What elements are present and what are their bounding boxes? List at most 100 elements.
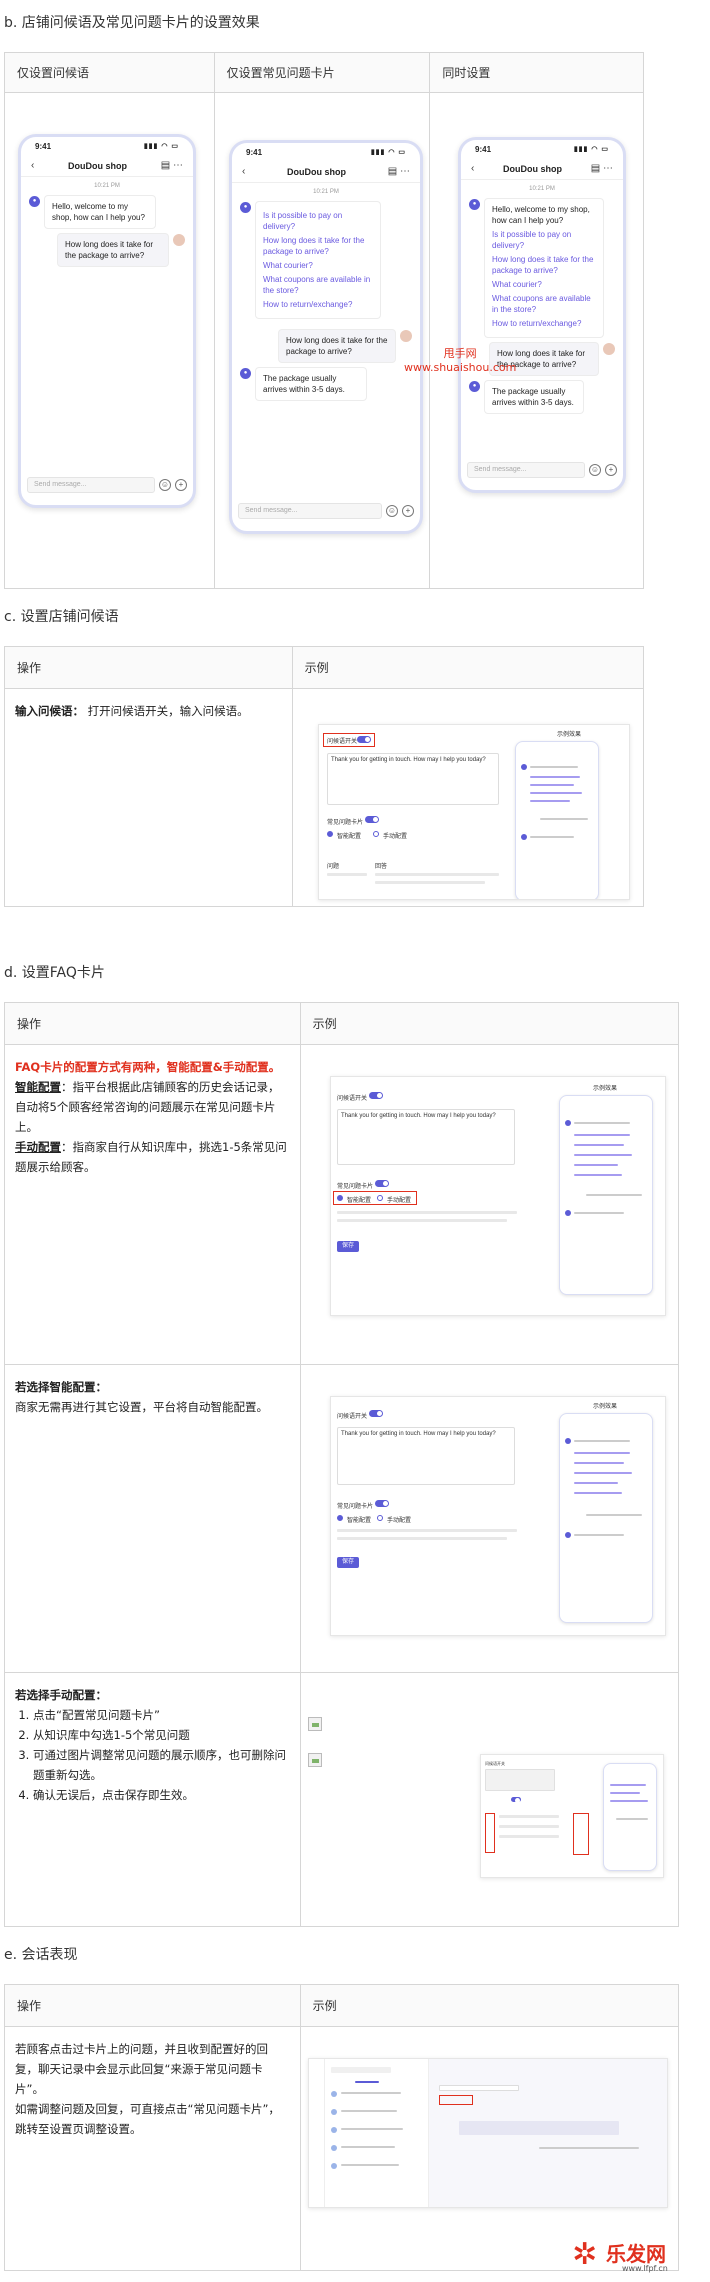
faq-question[interactable]: What courier? [263, 260, 373, 271]
user-avatar [603, 343, 615, 355]
step-item: 可通过图片调整常见问题的展示顺序，也可删除问题重新勾选。 [33, 1745, 290, 1785]
smart-radio[interactable] [327, 831, 333, 837]
plus-icon[interactable]: + [402, 505, 414, 517]
save-button[interactable]: 保存 [337, 1241, 359, 1252]
menu-icon[interactable]: ▤ ⋯ [388, 166, 410, 177]
greeting-toggle[interactable] [369, 1092, 383, 1099]
op-header: 操作 [4, 646, 293, 689]
faq-question[interactable]: What coupons are available in the store? [492, 293, 596, 315]
emoji-icon[interactable]: ☺ [159, 479, 171, 491]
save-button[interactable]: 保存 [337, 1557, 359, 1568]
shop-avatar [565, 1210, 571, 1216]
faq-line [574, 1482, 618, 1484]
manual-radio[interactable] [377, 1515, 383, 1521]
faq-question[interactable]: Is it possible to pay on delivery? [492, 229, 596, 251]
faq-question[interactable]: Is it possible to pay on delivery? [263, 210, 373, 232]
greeting-switch-label: 问候语开关 [337, 1096, 368, 1102]
faq-line [574, 1452, 630, 1454]
shop-avatar [521, 764, 527, 770]
faq-question[interactable]: How to return/exchange? [492, 318, 596, 329]
text-line [540, 818, 588, 820]
message-input[interactable]: Send message... [467, 462, 585, 478]
faq-line [530, 784, 574, 786]
faq-line [530, 800, 570, 802]
faq-toggle[interactable] [511, 1797, 521, 1803]
menu-icon[interactable]: ▤ ⋯ [161, 160, 183, 171]
faq-line [574, 1134, 630, 1136]
desc-line [337, 1219, 507, 1222]
faq-question[interactable]: How long does it take for the package to… [263, 235, 373, 257]
col-question: 问题 [327, 864, 340, 870]
message-input[interactable]: Send message... [238, 503, 382, 519]
text-line [341, 2164, 399, 2166]
back-icon[interactable]: ‹ [242, 166, 245, 177]
faq-toggle[interactable] [365, 816, 379, 823]
faq-toggle[interactable] [375, 1180, 389, 1187]
emoji-icon[interactable]: ☺ [589, 464, 601, 476]
avatar [331, 2127, 337, 2133]
mini-phone [515, 741, 599, 899]
chat-bubble [459, 2121, 619, 2135]
shop-name: DouDou shop [68, 160, 128, 171]
op-header: 操作 [4, 1002, 301, 1045]
avatar [331, 2163, 337, 2169]
back-icon[interactable]: ‹ [471, 163, 474, 174]
logo-mark-icon: ✲ [572, 2237, 598, 2272]
faq-config-screenshot: 问候语开关 Thank you for getting in touch. Ho… [330, 1076, 666, 1316]
logo-url: www.lfpf.cn [622, 2264, 668, 2273]
faq-line [574, 1174, 622, 1176]
timestamp: 10:21 PM [313, 189, 339, 195]
textarea-box [485, 1769, 555, 1791]
greeting-toggle[interactable] [369, 1410, 383, 1417]
manual-radio[interactable] [373, 831, 379, 837]
desc-line [337, 1211, 517, 1214]
plus-icon[interactable]: + [175, 479, 187, 491]
greeting-toggle[interactable] [357, 736, 371, 743]
back-icon[interactable]: ‹ [31, 160, 34, 171]
emoji-icon[interactable]: ☺ [386, 505, 398, 517]
manual-radio[interactable] [377, 1195, 383, 1201]
section-c-title: c. 设置店铺问候语 [4, 609, 119, 625]
site-logo: ✲ 乐发网 www.lfpf.cn [572, 2238, 702, 2278]
manual-steps: 点击“配置常见问题卡片” 从知识库中勾选1-5个常见问题 可通过图片调整常见问题… [33, 1705, 290, 1805]
faq-switch-label: 常见问题卡片 [337, 1184, 374, 1190]
greeting-desc: 打开问候语开关，输入问候语。 [87, 704, 249, 718]
faq-line [610, 1792, 640, 1794]
message-input[interactable]: Send message... [27, 477, 155, 493]
smart-radio[interactable] [337, 1515, 343, 1521]
greeting-textarea[interactable]: Thank you for getting in touch. How may … [337, 1109, 515, 1165]
smart-label: 智能配置 [347, 1198, 372, 1204]
status-time: 9:41 [246, 147, 263, 157]
mini-phone [559, 1095, 653, 1295]
result-label: 示例效果 [593, 1086, 618, 1092]
adjust-desc: 如需调整问题及回复，可直接点击“常见问题卡片”，跳转至设置页调整设置。 [15, 2102, 280, 2136]
faq-question[interactable]: What coupons are available in the store? [263, 274, 373, 296]
faq-question[interactable]: What courier? [492, 279, 596, 290]
broken-image-icon [308, 1753, 322, 1767]
plus-icon[interactable]: + [605, 464, 617, 476]
shop-name: DouDou shop [287, 166, 347, 177]
row-line [327, 873, 367, 876]
col-faq-only: 仅设置常见问题卡片 [213, 52, 431, 93]
greeting-textarea[interactable]: Thank you for getting in touch. How may … [327, 753, 499, 805]
text-line [341, 2092, 401, 2094]
highlight-box [573, 1813, 589, 1855]
faq-question[interactable]: How to return/exchange? [263, 299, 373, 310]
faq-source-highlight[interactable] [439, 2095, 473, 2105]
section-e-title: e. 会话表现 [4, 1947, 78, 1963]
faq-toggle[interactable] [375, 1500, 389, 1507]
greeting-textarea[interactable]: Thank you for getting in touch. How may … [337, 1427, 515, 1485]
col-both: 同时设置 [429, 52, 644, 93]
faq-question[interactable]: How long does it take for the package to… [492, 254, 596, 276]
left-rail [309, 2059, 325, 2207]
text-line [539, 2147, 639, 2149]
text-line [574, 1534, 624, 1536]
shop-avatar: ● [469, 381, 480, 392]
text-line [574, 1122, 630, 1124]
conversation-list [325, 2059, 429, 2207]
smart-radio[interactable] [337, 1195, 343, 1201]
menu-icon[interactable]: ▤ ⋯ [591, 163, 613, 174]
faq-line [530, 776, 580, 778]
signal-icon: ▮▮▮ ◠ ▭ [370, 149, 406, 156]
desc-line [337, 1537, 507, 1540]
